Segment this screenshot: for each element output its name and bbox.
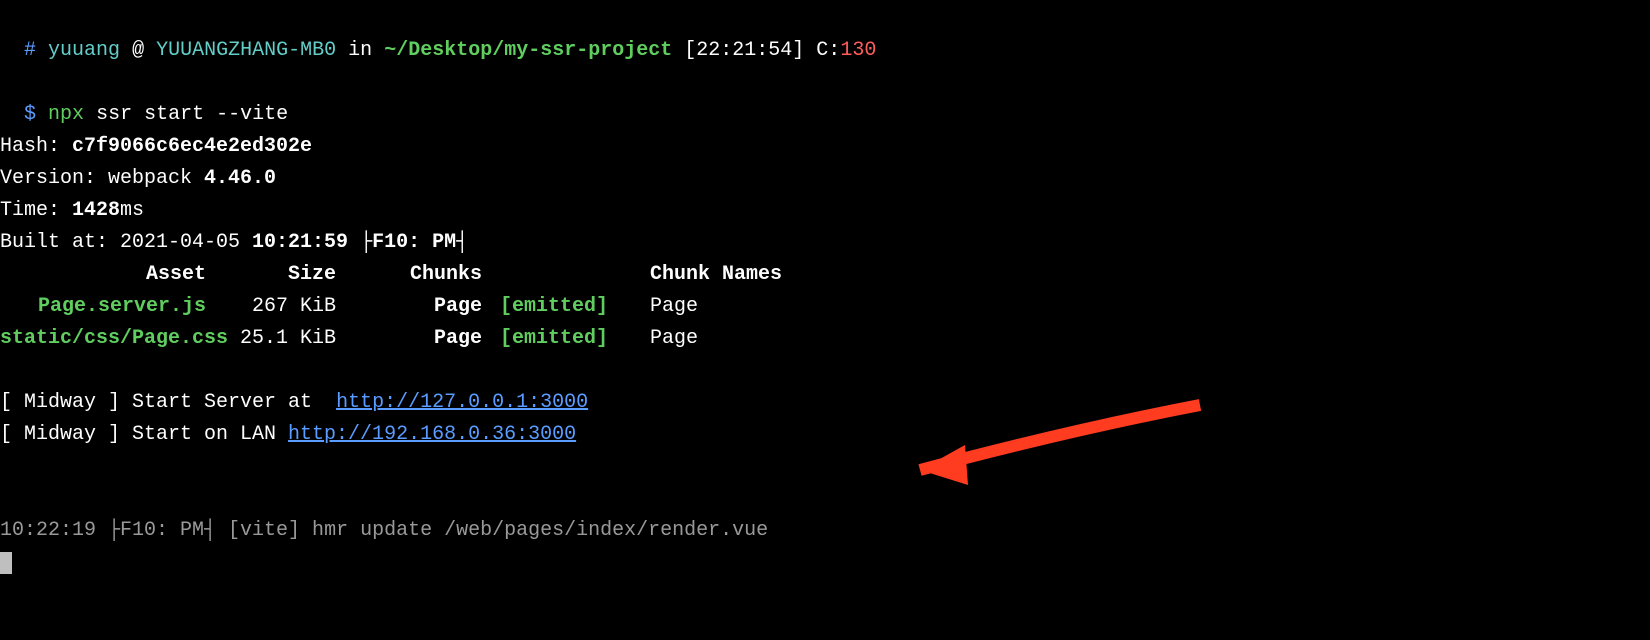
asset-chunk-names: Page (650, 323, 830, 355)
cursor-line[interactable] (0, 547, 1650, 579)
version-value: 4.46.0 (204, 167, 276, 190)
blank-line (0, 355, 1650, 387)
blank-line (0, 451, 1650, 483)
table-row: static/css/Page.css 25.1 KiB Page [emitt… (0, 323, 1650, 355)
command-line[interactable]: $ npx ssr start --vite (0, 67, 1650, 131)
asset-status: [emitted] (500, 291, 650, 323)
time-unit: ms (120, 199, 144, 222)
hash-symbol: # (24, 39, 36, 62)
prompt-c-value: 130 (840, 39, 876, 62)
midway-line-1: [ Midway ] Start Server at http://127.0.… (0, 387, 1650, 419)
hmr-time: 10:22:19 ├F10: PM┤ (0, 519, 228, 542)
built-at-line: Built at: 2021-04-05 10:21:59 ├F10: PM┤ (0, 227, 1650, 259)
asset-chunks: Page (360, 323, 500, 355)
prompt-c-label: C: (816, 39, 840, 62)
header-size: Size (230, 259, 360, 291)
time-label: Time: (0, 199, 72, 222)
header-asset: Asset (0, 259, 230, 291)
table-row: Page.server.js 267 KiB Page [emitted] Pa… (0, 291, 1650, 323)
version-label: Version: webpack (0, 167, 204, 190)
asset-name: Page.server.js (0, 291, 230, 323)
header-status (500, 259, 650, 291)
dollar-symbol: $ (24, 103, 36, 126)
version-line: Version: webpack 4.46.0 (0, 163, 1650, 195)
prompt-in: in (348, 39, 372, 62)
hash-value: c7f9066c6ec4e2ed302e (72, 135, 312, 158)
header-chunks: Chunks (360, 259, 500, 291)
midway-url-2[interactable]: http://192.168.0.36:3000 (288, 423, 576, 446)
built-at-label: Built at: 2021-04-05 (0, 231, 252, 254)
header-names: Chunk Names (650, 259, 830, 291)
midway-line-2: [ Midway ] Start on LAN http://192.168.0… (0, 419, 1650, 451)
prompt-host: YUUANGZHANG-MB0 (156, 39, 336, 62)
prompt-user: yuuang (48, 39, 120, 62)
midway-url-1[interactable]: http://127.0.0.1:3000 (336, 391, 588, 414)
built-at-time: 10:21:59 (252, 231, 348, 254)
command-name: npx (48, 103, 84, 126)
built-at-tz: ├F10: PM┤ (348, 231, 468, 254)
prompt-line: # yuuang @ YUUANGZHANG-MB0 in ~/Desktop/… (0, 3, 1650, 67)
hmr-line: 10:22:19 ├F10: PM┤ [vite] hmr update /we… (0, 515, 1650, 547)
command-args: ssr start --vite (96, 103, 288, 126)
hash-label: Hash: (0, 135, 72, 158)
asset-status: [emitted] (500, 323, 650, 355)
time-line: Time: 1428ms (0, 195, 1650, 227)
blank-line (0, 483, 1650, 515)
midway-prefix-1: [ Midway ] Start Server at (0, 391, 336, 414)
hmr-msg: [vite] hmr update /web/pages/index/rende… (228, 519, 768, 542)
asset-chunks: Page (360, 291, 500, 323)
asset-size: 267 KiB (230, 291, 360, 323)
asset-name: static/css/Page.css (0, 323, 230, 355)
prompt-cwd: ~/Desktop/my-ssr-project (384, 39, 672, 62)
hash-line: Hash: c7f9066c6ec4e2ed302e (0, 131, 1650, 163)
time-value: 1428 (72, 199, 120, 222)
asset-size: 25.1 KiB (230, 323, 360, 355)
table-header: Asset Size Chunks Chunk Names (0, 259, 1650, 291)
cursor-icon (0, 552, 12, 574)
prompt-at: @ (132, 39, 144, 62)
prompt-time: [22:21:54] (684, 39, 804, 62)
asset-chunk-names: Page (650, 291, 830, 323)
midway-prefix-2: [ Midway ] Start on LAN (0, 423, 288, 446)
